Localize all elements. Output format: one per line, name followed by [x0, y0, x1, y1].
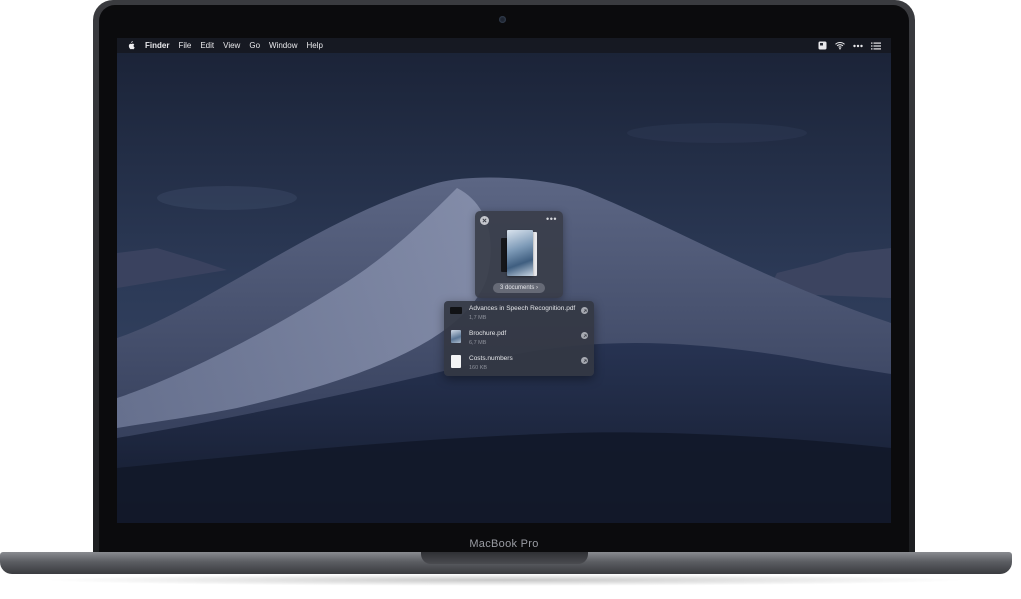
document-stack[interactable] [499, 228, 539, 280]
apple-icon[interactable] [127, 41, 136, 51]
menu-status-area [817, 38, 881, 53]
reveal-arrow-icon[interactable] [581, 357, 588, 364]
menu-bar: Finder File Edit View Go Window Help [117, 38, 891, 53]
pdf-dark-thumbnail-icon [450, 307, 462, 314]
wifi-icon[interactable] [835, 41, 845, 51]
menu-window[interactable]: Window [269, 41, 297, 50]
shelf-widget[interactable]: ••• 3 documents › [475, 211, 563, 298]
reveal-arrow-icon[interactable] [581, 332, 588, 339]
pdf-photo-thumbnail-icon [451, 330, 461, 343]
numbers-file-thumbnail-icon [451, 355, 461, 368]
more-options-button[interactable]: ••• [546, 215, 557, 224]
close-icon[interactable] [480, 216, 489, 225]
file-size: 6,7 MB [469, 340, 487, 346]
notes-widget-icon[interactable] [817, 41, 827, 51]
file-size: 1,7 MB [469, 315, 487, 321]
menu-go[interactable]: Go [249, 41, 260, 50]
file-size: 160 KB [469, 365, 488, 371]
file-list-popover: Advances in Speech Recognition.pdf 1,7 M… [444, 301, 594, 376]
menu-file[interactable]: File [178, 41, 191, 50]
laptop-shadow [40, 574, 970, 586]
stack-card-front [507, 230, 533, 276]
brand-label: MacBook Pro [469, 538, 539, 550]
menu-help[interactable]: Help [306, 41, 322, 50]
menu-view[interactable]: View [223, 41, 240, 50]
menu-edit[interactable]: Edit [200, 41, 214, 50]
reveal-arrow-icon[interactable] [581, 307, 588, 314]
list-item[interactable]: Costs.numbers 160 KB [444, 351, 594, 375]
laptop-base [0, 552, 1012, 574]
list-item[interactable]: Brochure.pdf 6,7 MB [444, 326, 594, 350]
camera-icon [499, 16, 506, 23]
file-name: Costs.numbers [469, 355, 513, 362]
screen: Finder File Edit View Go Window Help ••• [117, 38, 891, 523]
list-item[interactable]: Advances in Speech Recognition.pdf 1,7 M… [444, 301, 594, 325]
more-dots-icon[interactable] [853, 41, 863, 51]
documents-count-button[interactable]: 3 documents › [493, 283, 545, 293]
list-icon[interactable] [871, 41, 881, 51]
lid-opening-notch [421, 552, 588, 564]
file-name: Advances in Speech Recognition.pdf [469, 305, 576, 312]
menu-app-name[interactable]: Finder [145, 41, 169, 50]
file-name: Brochure.pdf [469, 330, 507, 337]
